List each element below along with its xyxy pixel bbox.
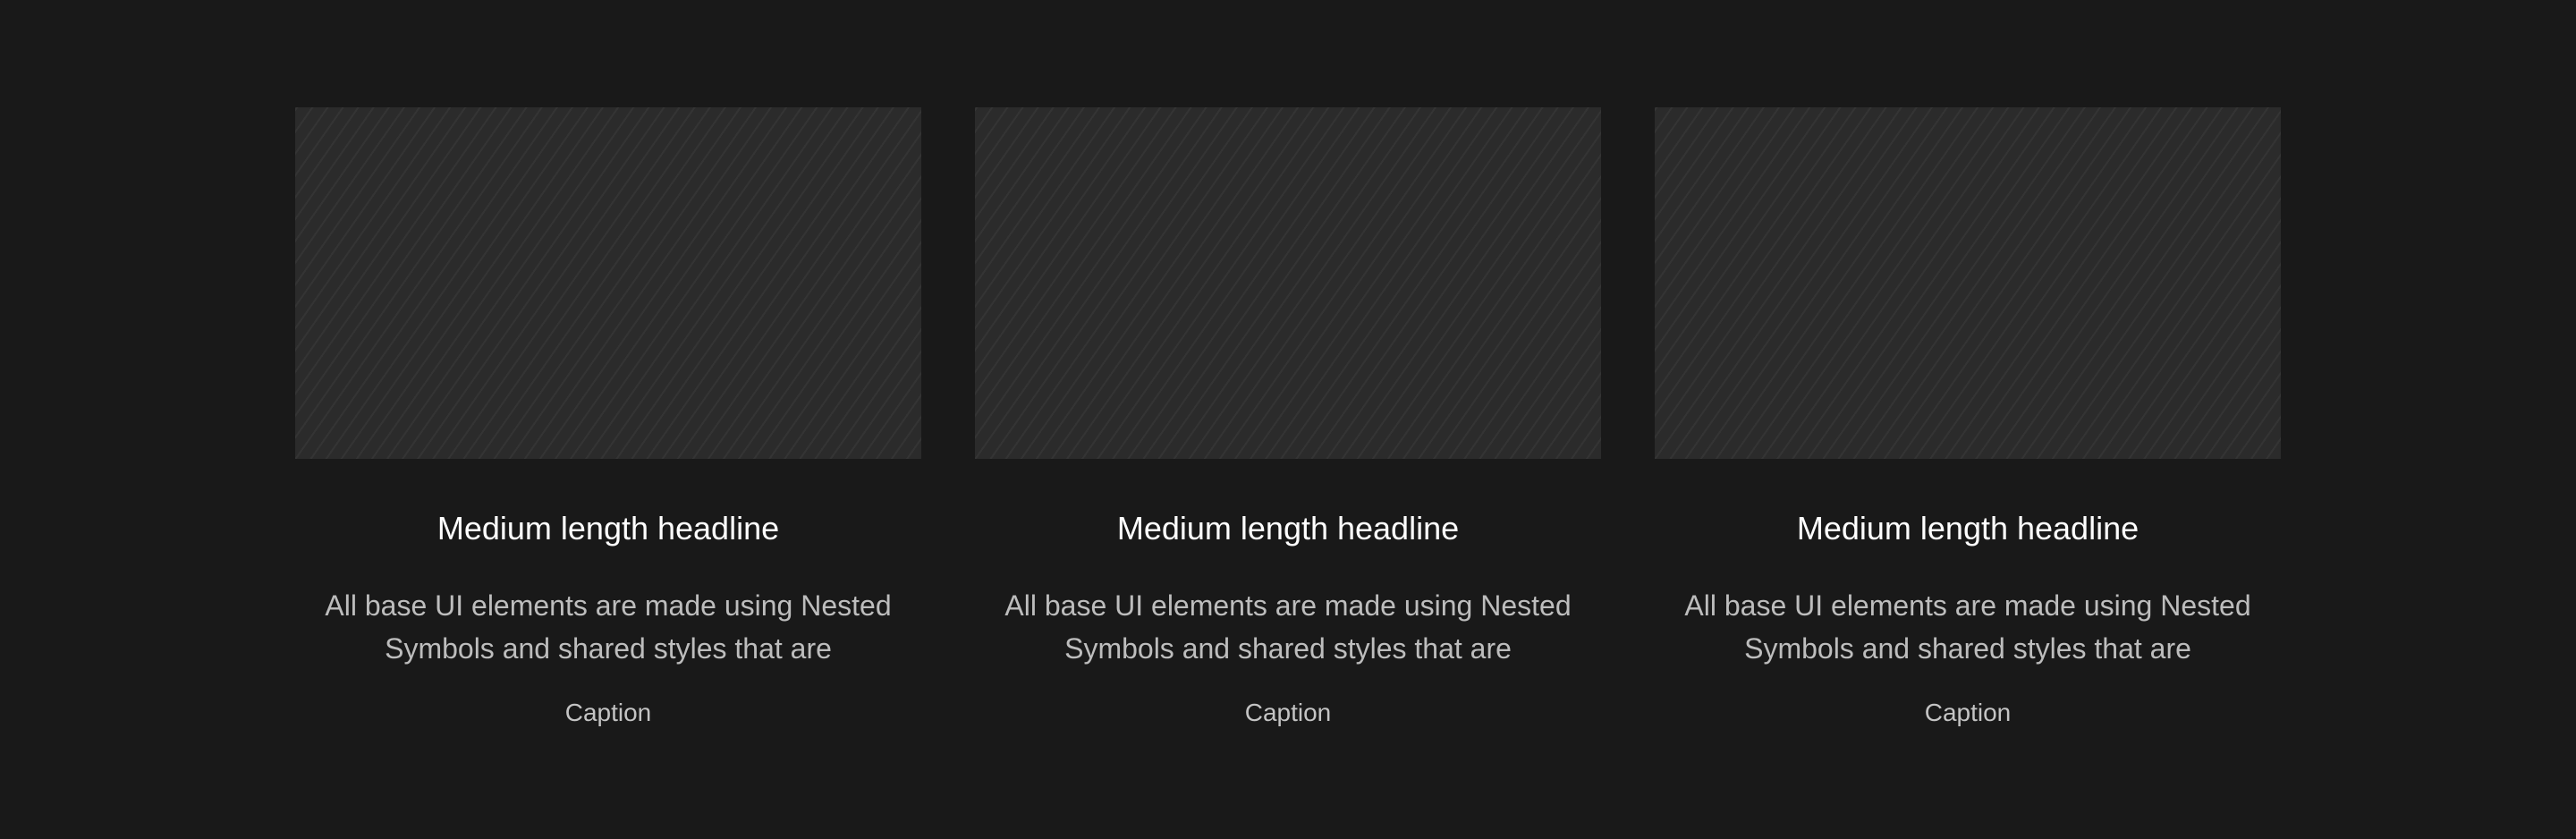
card-body-text: All base UI elements are made using Nest… (325, 589, 892, 665)
image-placeholder (975, 107, 1601, 459)
image-placeholder (1655, 107, 2281, 459)
image-placeholder (295, 107, 921, 459)
card-caption: Caption (1244, 699, 1332, 726)
card: Medium length headline All base UI eleme… (295, 107, 921, 729)
card-body-text: All base UI elements are made using Nest… (1004, 589, 1572, 665)
card: Medium length headline All base UI eleme… (1655, 107, 2281, 729)
card-body-text: All base UI elements are made using Nest… (1684, 589, 2251, 665)
card-caption: Caption (1924, 699, 2012, 726)
card-headline: Medium length headline (1116, 510, 1460, 547)
page: Medium length headline All base UI eleme… (0, 0, 2576, 839)
card-caption: Caption (564, 699, 652, 726)
card: Medium length headline All base UI eleme… (975, 107, 1601, 729)
card-grid: Medium length headline All base UI eleme… (295, 107, 2281, 729)
card-headline: Medium length headline (436, 510, 780, 547)
card-headline: Medium length headline (1796, 510, 2140, 547)
